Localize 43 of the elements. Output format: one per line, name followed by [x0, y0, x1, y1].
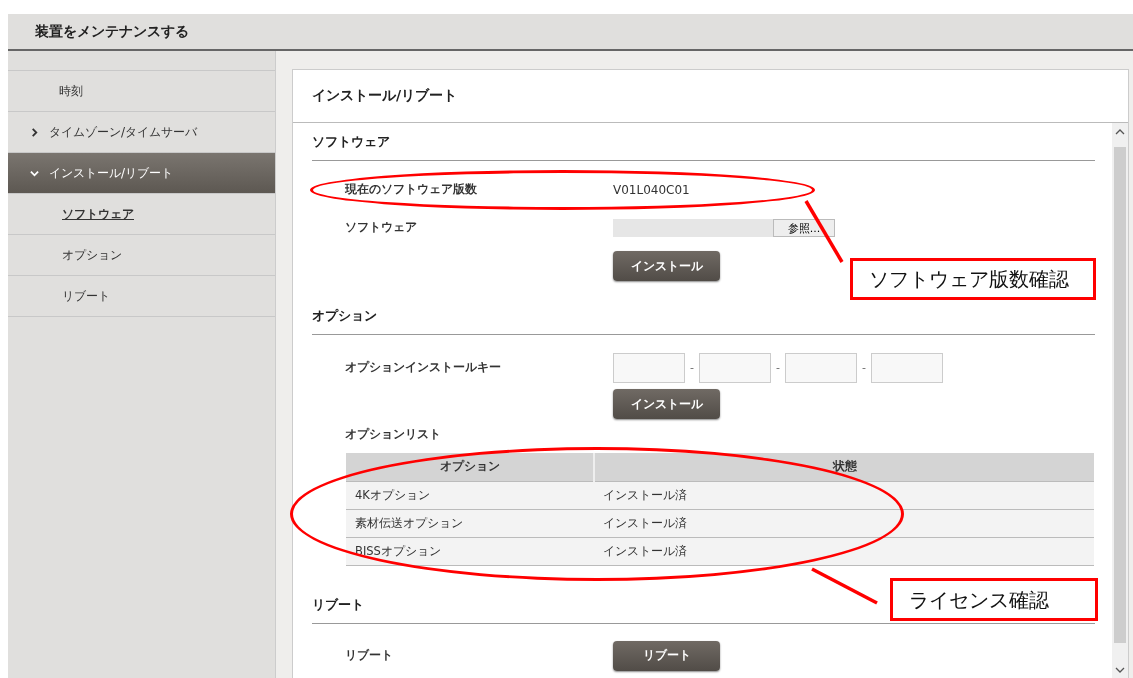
key-separator: -: [689, 361, 695, 375]
browse-button[interactable]: 参照...: [773, 219, 835, 237]
field-label: リブート: [344, 648, 394, 663]
key-input-field[interactable]: [785, 353, 857, 383]
sidebar-subitem[interactable]: リブート: [8, 276, 275, 317]
version-value: V01L040C01: [613, 182, 690, 198]
table-cell: インストール済: [594, 537, 1094, 565]
scroll-down-icon[interactable]: [1115, 667, 1125, 673]
callout-label: ライセンス確認: [890, 578, 1098, 621]
panel-title: インストール/リブート: [312, 87, 458, 105]
chevron-right-icon: [30, 127, 39, 137]
sidebar-subitem[interactable]: オプション: [8, 235, 275, 276]
key-separator: -: [861, 361, 867, 375]
table-cell: 4Kオプション: [346, 481, 594, 509]
install-button[interactable]: インストール: [613, 389, 720, 419]
scrollbar[interactable]: [1112, 123, 1128, 678]
sidebar-subitem[interactable]: ソフトウェア: [8, 194, 275, 235]
key-separator: -: [775, 361, 781, 375]
column-header: オプション: [346, 453, 594, 481]
field-label: オプションリスト: [344, 428, 442, 442]
page-title: 装置をメンテナンスする: [35, 22, 189, 41]
column-header: 状態: [594, 453, 1094, 481]
field-label: 現在のソフトウェア版数: [344, 183, 478, 197]
key-input-field[interactable]: [699, 353, 771, 383]
table-cell: インストール済: [594, 481, 1094, 509]
sidebar-item[interactable]: インストール/リブート: [8, 153, 275, 194]
section-heading: リブート: [312, 595, 364, 614]
section-heading: オプション: [312, 307, 377, 325]
sidebar-item[interactable]: 時刻: [8, 71, 275, 112]
reboot-button[interactable]: リブート: [613, 640, 720, 671]
field-label: ソフトウェア: [344, 221, 418, 235]
file-path-field[interactable]: [613, 219, 773, 237]
leader-line: [811, 567, 878, 605]
callout-label: ソフトウェア版数確認: [850, 258, 1096, 300]
table-cell: インストール済: [594, 509, 1094, 537]
field-label: オプションインストールキー: [344, 361, 502, 375]
install-button[interactable]: インストール: [613, 251, 720, 281]
chevron-down-icon: [30, 168, 39, 178]
key-input-field[interactable]: [871, 353, 943, 383]
scroll-up-icon[interactable]: [1115, 129, 1125, 135]
section-heading: ソフトウェア: [312, 133, 390, 151]
key-input-field[interactable]: [613, 353, 685, 383]
table-cell: 素材伝送オプション: [346, 509, 594, 537]
